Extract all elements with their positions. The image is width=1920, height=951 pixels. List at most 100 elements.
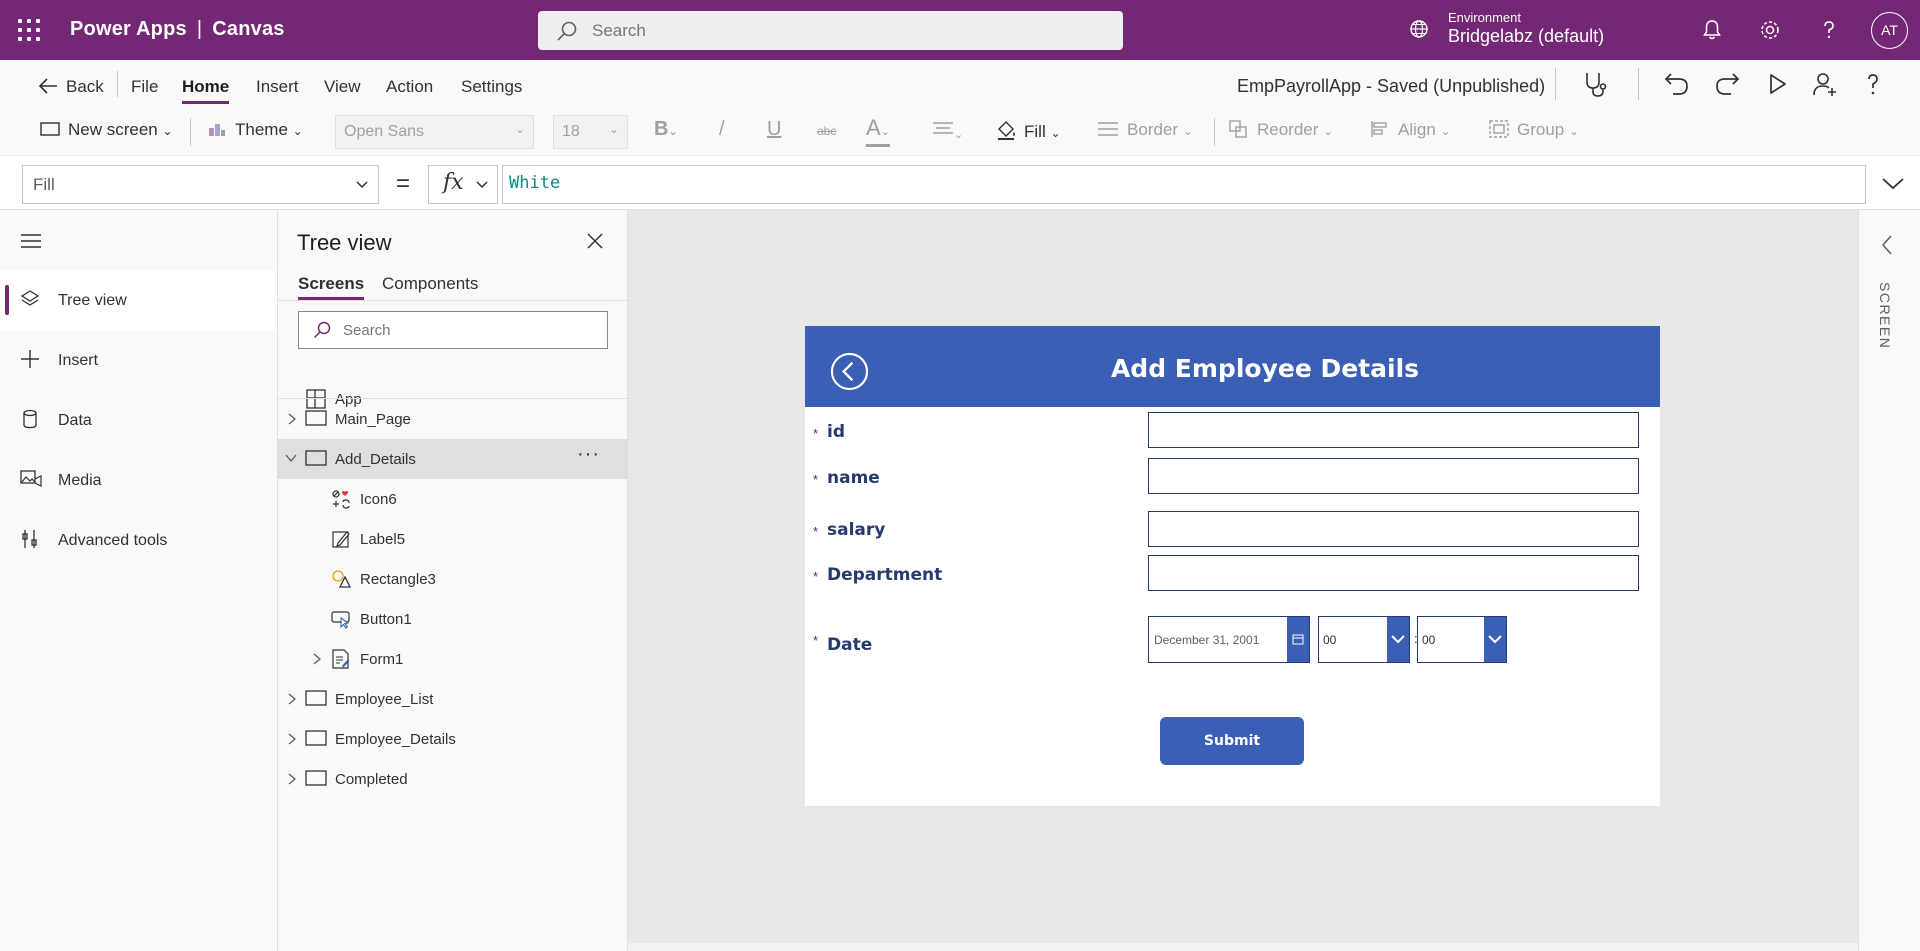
align-icon — [1371, 121, 1387, 137]
hour-dropdown-button[interactable] — [1387, 617, 1409, 662]
chevron-down-icon: ⌄ — [668, 126, 678, 138]
app-checker-icon[interactable] — [1580, 69, 1610, 99]
share-user-icon[interactable] — [1810, 69, 1840, 99]
hour-dropdown[interactable]: 00 — [1318, 616, 1410, 663]
tree-search-box[interactable] — [298, 311, 608, 349]
tab-insert[interactable]: Insert — [256, 77, 299, 97]
field-label-name: name — [827, 468, 880, 488]
tab-file[interactable]: File — [131, 77, 158, 97]
database-icon — [23, 409, 37, 429]
tab-view[interactable]: View — [324, 77, 361, 97]
chevron-down-icon — [1391, 635, 1405, 644]
tab-screens[interactable]: Screens — [298, 274, 365, 300]
tree-search-input[interactable] — [343, 312, 593, 348]
app-screen-add-details[interactable]: Add Employee Details * id * name * salar… — [805, 326, 1660, 806]
name-input[interactable] — [1148, 458, 1639, 494]
tree-node-screen-selected[interactable]: Add_Details ··· — [278, 439, 627, 479]
undo-icon[interactable] — [1662, 69, 1692, 99]
department-input[interactable] — [1148, 555, 1639, 591]
date-picker[interactable]: December 31, 2001 — [1148, 616, 1310, 663]
font-color-button[interactable]: A⌄ — [866, 116, 890, 147]
redo-icon[interactable] — [1712, 69, 1742, 99]
tab-action[interactable]: Action — [386, 77, 433, 97]
property-select[interactable]: Fill — [22, 165, 379, 204]
tab-home[interactable]: Home — [182, 77, 230, 104]
italic-button[interactable]: / — [719, 118, 725, 141]
tab-settings[interactable]: Settings — [461, 77, 522, 97]
more-options-icon[interactable]: ··· — [577, 443, 600, 466]
minute-dropdown[interactable]: 00 — [1417, 616, 1507, 663]
properties-rail: SCREEN — [1858, 210, 1920, 951]
formula-input[interactable]: White — [502, 165, 1866, 204]
tree-node-control[interactable]: Label5 — [278, 519, 627, 559]
back-button[interactable]: Back — [38, 77, 104, 97]
strikethrough-button[interactable]: abc — [817, 124, 836, 138]
rail-item-advanced-tools[interactable]: Advanced tools — [0, 511, 277, 571]
rail-item-data[interactable]: Data — [0, 391, 277, 451]
chevron-right-icon[interactable] — [286, 772, 298, 786]
screen-title-label[interactable]: Add Employee Details — [805, 354, 1725, 383]
expand-formula-icon[interactable] — [1880, 173, 1906, 195]
tree-node-label: Rectangle3 — [360, 571, 436, 588]
group-button[interactable]: Group ⌄ — [1489, 120, 1579, 140]
fill-button[interactable]: Fill ⌄ — [996, 120, 1061, 142]
tree-node-screen[interactable]: Completed — [278, 759, 627, 799]
avatar[interactable]: AT — [1871, 12, 1908, 49]
help-icon[interactable] — [1816, 17, 1842, 43]
hamburger-menu-icon[interactable] — [20, 232, 42, 250]
font-size-select[interactable]: 18 ⌄ — [553, 115, 628, 149]
rail-item-insert[interactable]: Insert — [0, 331, 277, 391]
bell-icon[interactable] — [1699, 17, 1725, 43]
horizontal-scrollbar[interactable] — [628, 943, 1858, 951]
ribbon-toolbar: New screen ⌄ Theme ⌄ Open Sans ⌄ 18 ⌄ B⌄ /… — [0, 108, 1920, 156]
play-icon[interactable] — [1762, 69, 1792, 99]
tree-node-control[interactable]: Button1 — [278, 599, 627, 639]
minute-dropdown-button[interactable] — [1484, 617, 1506, 662]
tree-node-screen[interactable]: Main_Page — [278, 399, 627, 439]
label-control-icon — [332, 531, 350, 548]
tab-components[interactable]: Components — [382, 274, 478, 294]
chevron-right-icon[interactable] — [286, 732, 298, 746]
calendar-icon — [1292, 634, 1304, 645]
help-icon[interactable] — [1858, 69, 1888, 99]
rail-item-tree-view[interactable]: Tree view — [0, 271, 277, 331]
header-rectangle[interactable]: Add Employee Details — [805, 326, 1660, 407]
rail-item-media[interactable]: Media — [0, 451, 277, 511]
top-header: Power Apps | Canvas Environment Bridgelabz… — [0, 0, 1920, 60]
new-screen-button[interactable]: New screen ⌄ — [40, 120, 173, 140]
border-button[interactable]: Border ⌄ — [1097, 120, 1193, 140]
align-button[interactable]: Align ⌄ — [1370, 120, 1451, 140]
function-button[interactable]: fx — [428, 165, 498, 204]
bold-label: B — [654, 118, 669, 140]
tree-node-control[interactable]: Rectangle3 — [278, 559, 627, 599]
tree-node-control[interactable]: Form1 — [278, 639, 627, 679]
underline-button[interactable]: U — [767, 118, 781, 141]
gear-icon[interactable] — [1757, 17, 1783, 43]
icons-control-icon — [332, 490, 350, 509]
chevron-right-icon[interactable] — [286, 692, 298, 706]
chevron-right-icon[interactable] — [311, 652, 323, 666]
theme-button[interactable]: Theme ⌄ — [207, 120, 303, 140]
chevron-left-icon[interactable] — [1879, 234, 1895, 256]
tree-node-screen[interactable]: Employee_Details — [278, 719, 627, 759]
text-align-button[interactable]: ⌄ — [932, 120, 963, 143]
global-search-input[interactable] — [592, 11, 1092, 50]
font-family-select[interactable]: Open Sans ⌄ — [335, 115, 534, 149]
chevron-down-icon: ⌄ — [514, 122, 525, 136]
chevron-right-icon[interactable] — [286, 412, 298, 426]
font-family-value: Open Sans — [344, 123, 425, 140]
global-search-box[interactable] — [538, 11, 1123, 50]
chevron-down-icon[interactable] — [284, 452, 298, 464]
properties-pane-label[interactable]: SCREEN — [1877, 282, 1893, 349]
bold-button[interactable]: B⌄ — [654, 118, 678, 141]
id-input[interactable] — [1148, 412, 1639, 448]
tree-node-control[interactable]: Icon6 — [278, 479, 627, 519]
close-icon[interactable] — [586, 232, 604, 250]
submit-button[interactable]: Submit — [1160, 717, 1304, 765]
tree-node-screen[interactable]: Employee_List — [278, 679, 627, 719]
calendar-button[interactable] — [1287, 617, 1309, 662]
salary-input[interactable] — [1148, 511, 1639, 547]
app-launcher-icon[interactable] — [18, 19, 40, 41]
reorder-button[interactable]: Reorder ⌄ — [1229, 120, 1333, 140]
border-icon — [1098, 122, 1118, 136]
